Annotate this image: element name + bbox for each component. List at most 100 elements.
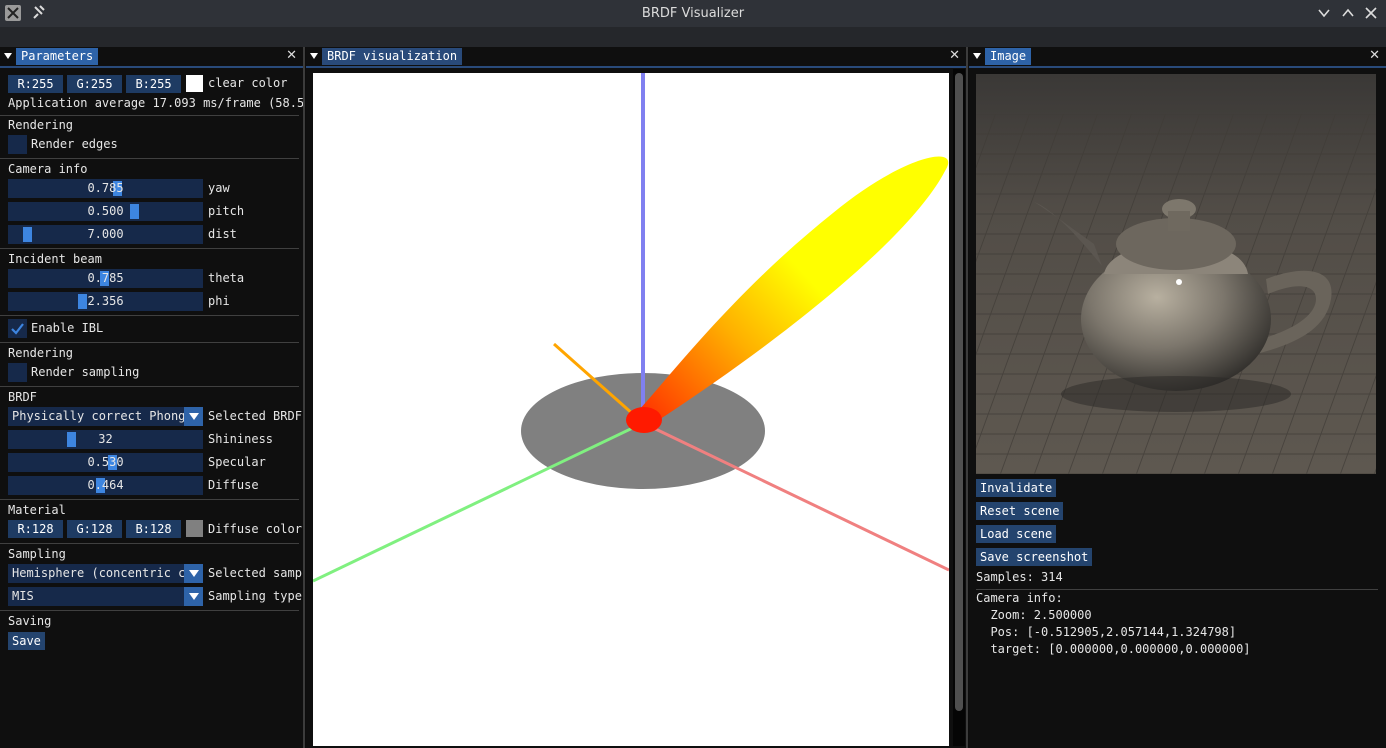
render-image xyxy=(976,74,1376,474)
yaw-value: 0.785 xyxy=(87,181,124,195)
divider xyxy=(0,386,299,387)
divider xyxy=(0,543,299,544)
specular-label: Specular xyxy=(208,455,266,469)
collapse-triangle-icon[interactable] xyxy=(310,53,318,59)
close-icon[interactable]: ✕ xyxy=(1369,49,1380,63)
render-sampling-label: Render sampling xyxy=(31,365,140,379)
clear-color-swatch[interactable] xyxy=(186,75,203,92)
menu-bar xyxy=(0,27,1386,47)
dropdown-arrow-icon[interactable] xyxy=(184,564,203,583)
chevron-down-icon[interactable] xyxy=(1317,6,1331,20)
clear-color-b[interactable]: B:255 xyxy=(126,75,181,93)
pitch-value: 0.500 xyxy=(87,204,124,218)
theta-slider[interactable]: 0.785 xyxy=(8,269,203,288)
shininess-slider[interactable]: 32 xyxy=(8,430,203,449)
shininess-label: Shininess xyxy=(208,432,274,446)
dropdown-arrow-icon[interactable] xyxy=(184,407,203,426)
teapot-render xyxy=(976,74,1376,474)
axis-x-red xyxy=(642,421,950,572)
tab-image[interactable]: Image xyxy=(985,48,1032,65)
diffuse-color-g[interactable]: G:128 xyxy=(67,520,122,538)
lobe-origin xyxy=(626,407,662,433)
saving-header: Saving xyxy=(8,614,52,628)
samples-text: Samples: 314 xyxy=(976,570,1063,584)
close-icon[interactable] xyxy=(1364,6,1378,20)
perf-text: Application average 17.093 ms/frame (58.… xyxy=(8,96,303,110)
save-screenshot-button[interactable]: Save screenshot xyxy=(976,548,1093,566)
specular-value: 0.530 xyxy=(87,455,124,469)
yaw-slider[interactable]: 0.785 xyxy=(8,179,203,198)
enable-ibl-label: Enable IBL xyxy=(31,321,104,335)
divider xyxy=(0,610,299,611)
save-button[interactable]: Save xyxy=(8,632,45,650)
brdf-select[interactable]: Physically correct Phong xyxy=(8,407,203,426)
clear-color-r[interactable]: R:255 xyxy=(8,75,63,93)
enable-ibl-checkbox[interactable] xyxy=(8,319,27,338)
axis-y-green xyxy=(312,421,644,583)
rendering-header: Rendering xyxy=(8,118,74,132)
chevron-up-icon[interactable] xyxy=(1341,6,1355,20)
sampling-header: Sampling xyxy=(8,547,66,561)
pitch-slider[interactable]: 0.500 xyxy=(8,202,203,221)
dropdown-arrow-icon[interactable] xyxy=(184,587,203,606)
theta-label: theta xyxy=(208,271,245,285)
divider xyxy=(0,248,299,249)
divider xyxy=(0,499,299,500)
tab-brdf-visualization[interactable]: BRDF visualization xyxy=(322,48,463,65)
close-icon[interactable]: ✕ xyxy=(949,49,960,63)
diffuse-color-r[interactable]: R:128 xyxy=(8,520,63,538)
camera-header: Camera info xyxy=(8,162,88,176)
title-bar: BRDF Visualizer xyxy=(0,0,1386,27)
camera-target: target: [0.000000,0.000000,0.000000] xyxy=(976,642,1251,656)
sampler-select-label: Selected samp xyxy=(208,566,302,580)
visualization-panel: BRDF visualization ✕ xyxy=(306,47,966,748)
phi-label: phi xyxy=(208,294,230,308)
sampler-select-value: Hemisphere (concentric cc xyxy=(12,566,193,580)
invalidate-button[interactable]: Invalidate xyxy=(976,479,1057,497)
collapse-triangle-icon[interactable] xyxy=(4,53,12,59)
camera-zoom: Zoom: 2.500000 xyxy=(976,608,1092,622)
scrollbar[interactable] xyxy=(953,69,965,746)
yaw-label: yaw xyxy=(208,181,230,195)
load-scene-button[interactable]: Load scene xyxy=(976,525,1057,543)
diffuse-color-swatch[interactable] xyxy=(186,520,203,537)
dist-value: 7.000 xyxy=(87,227,124,241)
render-edges-checkbox[interactable] xyxy=(8,135,27,154)
shininess-value: 32 xyxy=(98,432,113,446)
divider xyxy=(0,315,299,316)
tab-parameters[interactable]: Parameters xyxy=(16,48,99,65)
visualization-tab-row: BRDF visualization ✕ xyxy=(306,47,966,68)
render-sampling-checkbox[interactable] xyxy=(8,363,27,382)
close-icon[interactable]: ✕ xyxy=(286,49,297,63)
specular-slider[interactable]: 0.530 xyxy=(8,453,203,472)
brdf-viewport[interactable] xyxy=(312,73,950,746)
panel-divider[interactable] xyxy=(966,47,968,748)
rendering2-header: Rendering xyxy=(8,346,74,360)
panel-divider[interactable] xyxy=(303,47,305,748)
sampling-type-value: MIS xyxy=(12,589,34,603)
incident-header: Incident beam xyxy=(8,252,102,266)
collapse-triangle-icon[interactable] xyxy=(973,53,981,59)
dist-label: dist xyxy=(208,227,237,241)
brdf-3d-plot xyxy=(312,73,950,583)
phi-slider[interactable]: 2.356 xyxy=(8,292,203,311)
checkmark-icon xyxy=(11,323,24,335)
diffuse-color-b[interactable]: B:128 xyxy=(126,520,181,538)
material-header: Material xyxy=(8,503,66,517)
sampler-select[interactable]: Hemisphere (concentric cc xyxy=(8,564,203,583)
dist-slider[interactable]: 7.000 xyxy=(8,225,203,244)
brdf-header: BRDF xyxy=(8,390,37,404)
diffuse-slider[interactable]: 0.464 xyxy=(8,476,203,495)
brdf-lobe xyxy=(631,156,949,426)
reset-scene-button[interactable]: Reset scene xyxy=(976,502,1064,520)
scrollbar-thumb[interactable] xyxy=(955,73,963,711)
image-panel: Image ✕ Invalidate Reset scene Load scen… xyxy=(969,47,1386,748)
phi-value: 2.356 xyxy=(87,294,124,308)
parameters-tab-row: Parameters ✕ xyxy=(0,47,303,68)
diffuse-color-label: Diffuse color xyxy=(208,522,302,536)
brdf-select-value: Physically correct Phong xyxy=(12,409,186,423)
diffuse-label: Diffuse xyxy=(208,478,259,492)
clear-color-label: clear color xyxy=(208,76,288,90)
sampling-type-select[interactable]: MIS xyxy=(8,587,203,606)
clear-color-g[interactable]: G:255 xyxy=(67,75,122,93)
